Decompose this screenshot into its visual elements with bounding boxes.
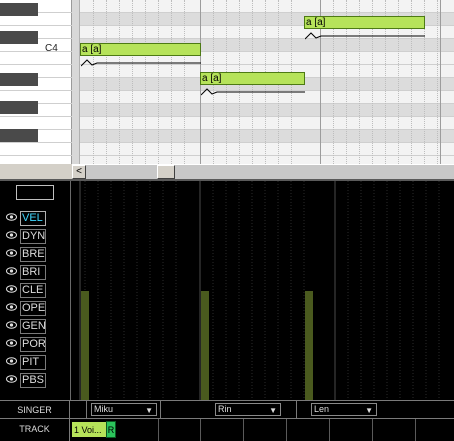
beat-line — [106, 0, 107, 164]
track-separator — [329, 419, 330, 441]
track-separator — [415, 419, 416, 441]
beat-line — [184, 0, 185, 164]
vibrato-curve — [305, 32, 425, 40]
control-item-por[interactable]: POR — [0, 336, 70, 354]
singer-select-miku[interactable]: Miku ▼ — [91, 403, 157, 416]
velocity-bar — [81, 291, 89, 402]
control-item-vel[interactable]: VEL — [0, 210, 70, 228]
singer-separator — [160, 401, 161, 419]
note-lyric: a [a] — [306, 17, 326, 28]
note-grid[interactable]: a [a] a [a] a [a] — [80, 0, 454, 164]
black-key[interactable] — [0, 3, 38, 16]
control-label: PBS — [20, 373, 46, 388]
control-label: VEL — [20, 211, 46, 226]
note-lyric: a [a] — [202, 73, 222, 84]
control-item-gen[interactable]: GEN — [0, 318, 70, 336]
control-label: DYN — [20, 229, 46, 244]
scroll-thumb[interactable] — [157, 165, 175, 179]
track-separator — [158, 419, 159, 441]
velocity-bar — [305, 291, 313, 402]
record-toggle[interactable]: R — [106, 421, 116, 438]
eye-icon[interactable] — [6, 285, 17, 293]
piano-roll: C4 a [a] a [a] a [a] — [0, 0, 454, 164]
white-key[interactable] — [0, 143, 72, 156]
eye-icon[interactable] — [6, 303, 17, 311]
note-lyric: a [a] — [82, 44, 102, 55]
track-label: TRACK — [0, 419, 70, 441]
beat-line — [119, 0, 120, 164]
note[interactable]: a [a] — [304, 16, 425, 29]
control-item-cle[interactable]: CLE — [0, 282, 70, 300]
singer-separator — [86, 401, 87, 419]
control-item-pit[interactable]: PIT — [0, 354, 70, 372]
control-label: CLE — [20, 283, 46, 298]
control-value-box — [16, 185, 54, 200]
beat-line — [145, 0, 146, 164]
eye-icon[interactable] — [6, 213, 17, 221]
singer-name: Rin — [218, 404, 232, 414]
note[interactable]: a [a] — [80, 43, 201, 56]
note[interactable]: a [a] — [200, 72, 305, 85]
singer-name: Miku — [94, 404, 114, 414]
control-track: VEL DYN BRE BRI CLE OPE GEN POR PIT PBS — [0, 179, 454, 402]
control-divider — [70, 181, 71, 402]
black-key[interactable] — [0, 31, 38, 44]
eye-icon[interactable] — [6, 231, 17, 239]
horizontal-scrollbar[interactable]: < — [72, 164, 454, 179]
singer-select-rin[interactable]: Rin ▼ — [215, 403, 281, 416]
beat-line — [171, 0, 172, 164]
control-label: OPE — [20, 301, 46, 316]
singer-bar: SINGER Miku ▼ Rin ▼ Len ▼ — [0, 400, 454, 419]
velocity-bar — [201, 291, 209, 402]
key-label-c4: C4 — [45, 43, 58, 54]
eye-icon[interactable] — [6, 249, 17, 257]
control-label: PIT — [20, 355, 46, 370]
track-bar: TRACK 1 Voi... R — [0, 418, 454, 441]
white-key[interactable] — [0, 52, 72, 65]
singer-separator — [296, 401, 297, 419]
velocity-editor[interactable] — [72, 181, 454, 402]
piano-keyboard[interactable]: C4 — [0, 0, 72, 164]
vibrato-curve — [81, 59, 201, 67]
black-key[interactable] — [0, 129, 38, 142]
control-item-dyn[interactable]: DYN — [0, 228, 70, 246]
eye-icon[interactable] — [6, 321, 17, 329]
beat-line — [132, 0, 133, 164]
singer-name: Len — [314, 404, 330, 414]
vibrato-curve — [201, 88, 305, 96]
beat-line — [158, 0, 159, 164]
track-tab-1[interactable]: 1 Voi... — [71, 421, 107, 438]
black-key[interactable] — [0, 101, 38, 114]
singer-select-len[interactable]: Len ▼ — [311, 403, 377, 416]
beat-line — [437, 0, 438, 164]
track-separator — [243, 419, 244, 441]
control-item-bri[interactable]: BRI — [0, 264, 70, 282]
control-label: GEN — [20, 319, 46, 334]
control-label: BRI — [20, 265, 46, 280]
eye-icon[interactable] — [6, 339, 17, 347]
scroll-left-button[interactable]: < — [72, 165, 86, 179]
track-separator — [200, 419, 201, 441]
scroll-corner — [0, 164, 72, 179]
keyboard-edge — [72, 0, 80, 164]
dropdown-arrow-icon[interactable]: ▼ — [269, 405, 277, 416]
control-label: BRE — [20, 247, 46, 262]
singer-label: SINGER — [0, 401, 70, 418]
track-separator — [372, 419, 373, 441]
scroll-track[interactable] — [86, 165, 454, 179]
bar-line — [440, 0, 441, 164]
dropdown-arrow-icon[interactable]: ▼ — [365, 405, 373, 416]
black-key[interactable] — [0, 73, 38, 86]
control-item-pbs[interactable]: PBS — [0, 372, 70, 390]
eye-icon[interactable] — [6, 375, 17, 383]
control-label: POR — [20, 337, 46, 352]
beat-line — [93, 0, 94, 164]
track-separator — [286, 419, 287, 441]
eye-icon[interactable] — [6, 357, 17, 365]
eye-icon[interactable] — [6, 267, 17, 275]
control-item-bre[interactable]: BRE — [0, 246, 70, 264]
control-item-ope[interactable]: OPE — [0, 300, 70, 318]
dropdown-arrow-icon[interactable]: ▼ — [145, 405, 153, 416]
